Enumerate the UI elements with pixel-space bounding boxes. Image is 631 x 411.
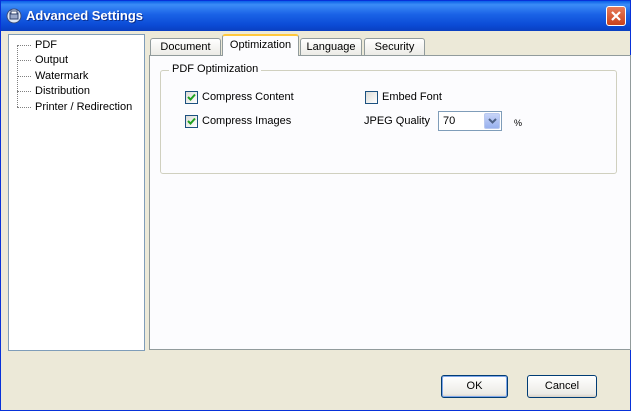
group-label: PDF Optimization <box>169 63 262 75</box>
compress-images-label[interactable]: Compress Images <box>202 115 291 127</box>
tree-item-label: Distribution <box>35 85 91 97</box>
percent-unit: % <box>514 118 523 128</box>
jpeg-quality-select[interactable]: 70 <box>438 111 502 131</box>
advanced-settings-window: Advanced Settings PDF Output Watermark D… <box>0 0 631 411</box>
window-title: Advanced Settings <box>26 8 144 23</box>
ok-button[interactable]: OK <box>441 375 508 398</box>
tree-item-label: Watermark <box>35 70 89 82</box>
pdf-optimization-group: PDF Optimization Compress Content Compre… <box>160 63 617 174</box>
compress-content-label[interactable]: Compress Content <box>202 91 294 103</box>
tree-item-label: PDF <box>35 39 57 51</box>
jpeg-quality-label: JPEG Quality <box>364 115 431 127</box>
close-button[interactable] <box>606 6 626 26</box>
cancel-button[interactable]: Cancel <box>527 375 597 398</box>
tab-security[interactable]: Security <box>364 38 425 55</box>
tab-document[interactable]: Document <box>150 38 221 55</box>
title-bar[interactable]: Advanced Settings <box>1 1 630 31</box>
checkmark-icon <box>187 93 196 101</box>
tab-language[interactable]: Language <box>300 38 362 55</box>
embed-font-label[interactable]: Embed Font <box>382 91 442 103</box>
dropdown-button[interactable] <box>484 113 500 129</box>
compress-content-checkbox[interactable] <box>185 91 198 104</box>
jpeg-quality-value: 70 <box>443 115 456 127</box>
embed-font-checkbox[interactable] <box>365 91 378 104</box>
checkmark-icon <box>187 117 196 125</box>
printer-app-icon <box>6 8 22 24</box>
settings-tree: PDF Output Watermark Distribution Printe… <box>8 34 145 351</box>
close-icon <box>611 11 621 21</box>
tab-optimization[interactable]: Optimization <box>222 34 299 56</box>
chevron-down-icon <box>488 118 497 124</box>
compress-images-checkbox[interactable] <box>185 115 198 128</box>
tree-item-label: Printer / Redirection <box>35 101 133 113</box>
optimization-tab-panel: PDF Optimization Compress Content Compre… <box>149 55 631 350</box>
tree-item-label: Output <box>35 54 69 66</box>
